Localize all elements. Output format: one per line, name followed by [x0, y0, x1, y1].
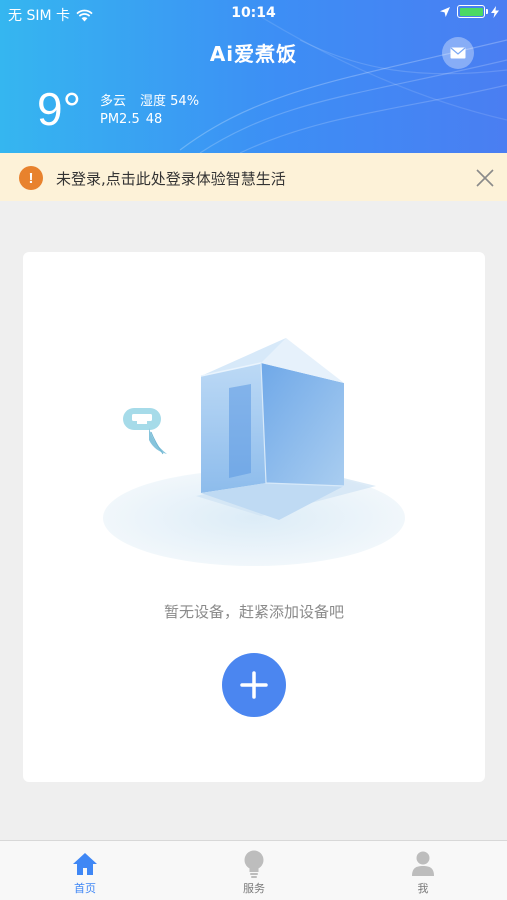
tab-me[interactable]: 我 — [363, 841, 483, 900]
status-time: 10:14 — [231, 5, 276, 21]
empty-state-text: 暂无设备，赶紧添加设备吧 — [163, 603, 344, 621]
temperature: 9° — [37, 83, 81, 135]
warning-icon: ! — [19, 166, 43, 190]
tab-bar: 首页 服务 我 — [0, 840, 507, 900]
weather-condition: 多云 — [100, 94, 127, 109]
tab-services[interactable]: 服务 — [194, 841, 314, 900]
pm-label: PM2.5 — [100, 112, 140, 127]
tab-services-label: 服务 — [243, 882, 265, 895]
battery-icon — [457, 5, 488, 18]
weather-summary: 多云 湿度 54% — [100, 90, 199, 109]
pm-value: 48 — [145, 112, 163, 127]
tab-home[interactable]: 首页 — [25, 841, 145, 900]
add-device-button[interactable] — [222, 653, 286, 717]
mail-icon — [450, 47, 466, 59]
close-icon[interactable] — [474, 167, 496, 189]
message-button[interactable] — [442, 37, 474, 69]
empty-box-illustration — [103, 338, 405, 566]
plus-icon — [240, 671, 268, 699]
tab-me-label: 我 — [417, 882, 429, 895]
status-right — [439, 5, 499, 18]
humidity: 湿度 54% — [140, 94, 200, 109]
login-banner[interactable]: ! 未登录,点击此处登录体验智慧生活 — [0, 153, 507, 201]
login-prompt-text[interactable]: 未登录,点击此处登录体验智慧生活 — [56, 168, 286, 189]
charging-bolt-icon — [491, 5, 499, 18]
user-icon — [412, 851, 434, 876]
status-bar: 无 SIM 卡 10:14 — [0, 0, 507, 28]
app-title: Ai爱煮饭 — [209, 42, 298, 66]
location-arrow-icon — [440, 6, 450, 17]
lightbulb-icon — [244, 850, 264, 878]
device-card: 暂无设备，赶紧添加设备吧 — [23, 252, 485, 782]
home-icon — [73, 853, 97, 875]
app-header: 无 SIM 卡 10:14 Ai爱煮饭 9° 多云 湿度 54% PM2.5 4… — [0, 0, 507, 153]
air-quality: PM2.5 48 — [100, 112, 162, 127]
tab-home-label: 首页 — [74, 882, 96, 895]
